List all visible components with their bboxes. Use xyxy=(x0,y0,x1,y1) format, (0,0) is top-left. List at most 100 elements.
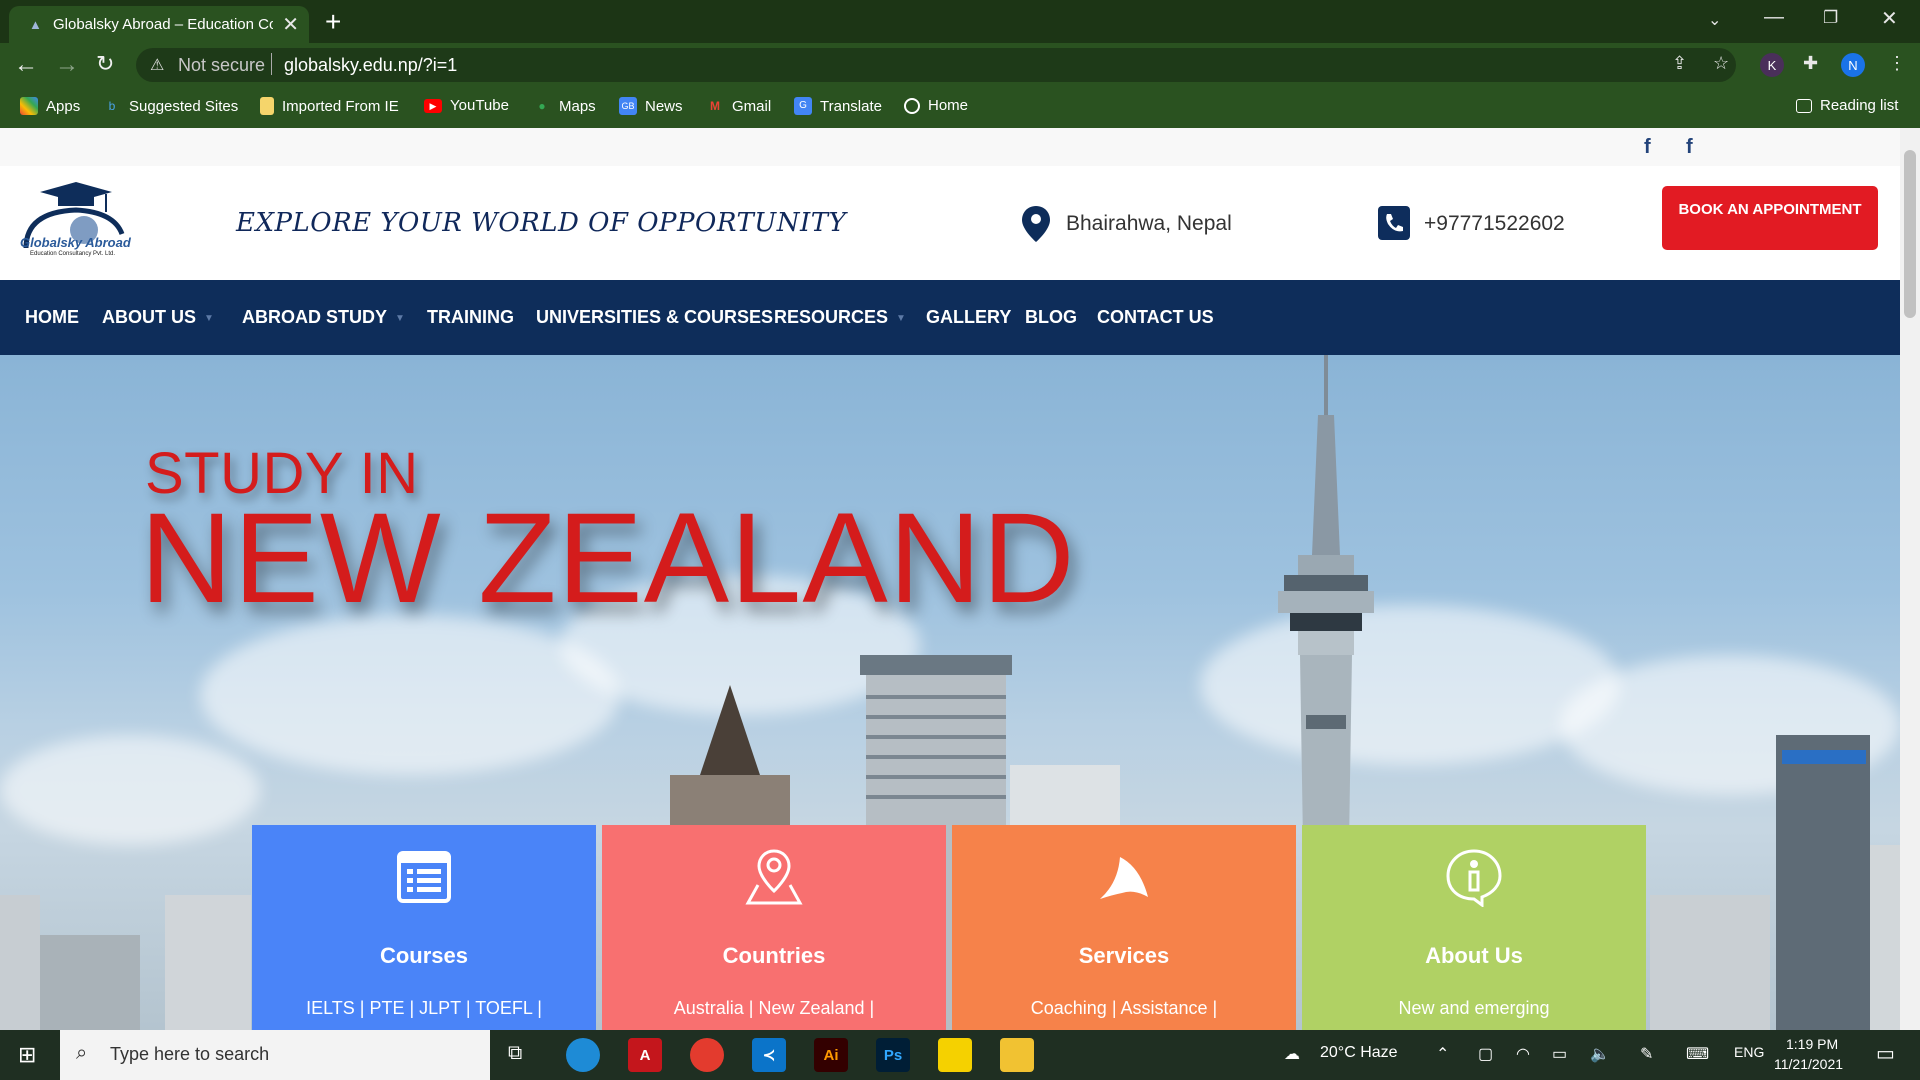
weather-icon[interactable]: ☁ xyxy=(1284,1044,1300,1064)
sail-shark-icon xyxy=(1100,857,1148,899)
web-page: f f Globalsky Abroad Education Consultan… xyxy=(0,128,1900,1030)
new-tab-button[interactable]: + xyxy=(325,6,341,38)
card-courses[interactable]: Courses IELTS | PTE | JLPT | TOEFL | xyxy=(252,825,596,1030)
minimize-button[interactable]: — xyxy=(1764,6,1784,29)
chrome-icon[interactable] xyxy=(690,1038,724,1072)
volume-icon[interactable]: 🔈 xyxy=(1590,1044,1610,1064)
bookmark-maps[interactable]: ● Maps xyxy=(533,97,595,115)
security-label[interactable]: Not secure xyxy=(178,55,265,76)
nav-universities-courses[interactable]: UNIVERSITIES & COURSES xyxy=(536,307,773,328)
nav-blog[interactable]: BLOG xyxy=(1025,307,1077,328)
restore-button[interactable]: ❐ xyxy=(1823,8,1838,28)
card-about-us[interactable]: About Us New and emerging xyxy=(1302,825,1646,1030)
nav-gallery[interactable]: GALLERY xyxy=(926,307,1011,328)
weather-text[interactable]: 20°C Haze xyxy=(1320,1044,1398,1062)
card-countries[interactable]: Countries Australia | New Zealand | xyxy=(602,825,946,1030)
wifi-icon[interactable]: ◠ xyxy=(1516,1044,1530,1064)
card-subtitle: IELTS | PTE | JLPT | TOEFL | xyxy=(306,998,542,1018)
notifications-icon[interactable]: ▭ xyxy=(1876,1041,1895,1066)
location-pin-icon xyxy=(1022,206,1050,242)
chevron-up-icon[interactable]: ⌃ xyxy=(1436,1044,1449,1064)
extensions-puzzle-icon[interactable]: ✚ xyxy=(1803,53,1818,74)
news-icon: GB xyxy=(619,97,637,115)
bookmark-apps[interactable]: Apps xyxy=(20,97,80,115)
bookmark-news[interactable]: GB News xyxy=(619,97,683,115)
bookmark-translate[interactable]: G Translate xyxy=(794,97,882,115)
windows-start-icon[interactable]: ⊞ xyxy=(18,1042,36,1068)
clock-time[interactable]: 1:19 PM xyxy=(1786,1036,1838,1052)
edge-icon[interactable] xyxy=(566,1038,600,1072)
illustrator-icon[interactable]: Ai xyxy=(814,1038,848,1072)
tab-strip: ▲ Globalsky Abroad – Education Co ✕ + ⌄ … xyxy=(0,0,1920,43)
pen-icon[interactable]: ✎ xyxy=(1640,1044,1653,1064)
bookmark-suggested-sites[interactable]: b Suggested Sites xyxy=(103,97,239,115)
folder-icon xyxy=(260,97,274,115)
page-scrollbar[interactable] xyxy=(1900,128,1920,1030)
phone-icon xyxy=(1378,206,1410,240)
acrobat-icon[interactable]: A xyxy=(628,1038,662,1072)
browser-tab[interactable]: ▲ Globalsky Abroad – Education Co ✕ xyxy=(9,6,309,43)
url-text[interactable]: globalsky.edu.np/?i=1 xyxy=(284,55,457,76)
bookmarks-bar: Apps b Suggested Sites Imported From IE … xyxy=(0,87,1920,128)
browser-chrome: ▲ Globalsky Abroad – Education Co ✕ + ⌄ … xyxy=(0,0,1920,128)
phone-number[interactable]: +97771522602 xyxy=(1424,212,1565,236)
menu-kebab-icon[interactable]: ⋮ xyxy=(1888,53,1906,74)
reload-icon[interactable]: ↻ xyxy=(96,51,114,77)
bookmark-youtube[interactable]: ▶ YouTube xyxy=(424,97,509,114)
chevron-down-icon: ▼ xyxy=(395,312,405,324)
file-explorer-icon[interactable] xyxy=(1000,1038,1034,1072)
photoshop-icon[interactable]: Ps xyxy=(876,1038,910,1072)
search-icon: ⌕ xyxy=(76,1042,88,1064)
card-services[interactable]: Services Coaching | Assistance | xyxy=(952,825,1296,1030)
search-placeholder: Type here to search xyxy=(110,1044,270,1064)
site-favicon-icon: ▲ xyxy=(29,17,42,32)
tab-search-icon[interactable]: ⌄ xyxy=(1708,10,1721,30)
card-title: About Us xyxy=(1425,943,1523,968)
nav-about-us[interactable]: ABOUT US ▼ xyxy=(102,307,214,328)
card-subtitle: New and emerging xyxy=(1398,998,1550,1018)
close-window-button[interactable]: ✕ xyxy=(1881,6,1898,31)
close-tab-icon[interactable]: ✕ xyxy=(282,12,299,37)
youtube-icon: ▶ xyxy=(424,98,442,113)
bookmark-imported-from-ie[interactable]: Imported From IE xyxy=(260,97,399,115)
nav-training[interactable]: TRAINING xyxy=(427,307,514,328)
forward-icon[interactable]: → xyxy=(55,51,79,79)
info-chat-icon xyxy=(1446,849,1502,907)
nav-abroad-study[interactable]: ABROAD STUDY ▼ xyxy=(242,307,405,328)
battery-icon[interactable]: ▭ xyxy=(1552,1044,1567,1064)
site-logo[interactable]: Globalsky Abroad Education Consultancy P… xyxy=(14,178,138,268)
clock-date[interactable]: 11/21/2021 xyxy=(1774,1056,1843,1072)
scrollbar-thumb[interactable] xyxy=(1904,150,1916,318)
nav-contact-us[interactable]: CONTACT US xyxy=(1097,307,1214,328)
maps-pin-icon: ● xyxy=(538,99,546,113)
vscode-icon[interactable]: ≺ xyxy=(752,1038,786,1072)
map-pin-icon xyxy=(745,849,803,905)
meet-now-icon[interactable]: ▢ xyxy=(1478,1044,1493,1064)
language-indicator[interactable]: ENG xyxy=(1734,1044,1764,1060)
nav-resources[interactable]: RESOURCES ▼ xyxy=(774,307,906,328)
sticky-notes-icon[interactable] xyxy=(938,1038,972,1072)
site-header: Globalsky Abroad Education Consultancy P… xyxy=(0,166,1900,280)
card-title: Services xyxy=(1078,943,1170,968)
bookmark-star-icon[interactable]: ☆ xyxy=(1713,53,1729,74)
bookmark-home[interactable]: Home xyxy=(904,97,968,114)
bookmark-gmail[interactable]: M Gmail xyxy=(706,97,771,115)
warning-icon[interactable]: ⚠ xyxy=(150,55,164,75)
hero-banner: STUDY IN NEW ZEALAND Courses IELTS | PTE… xyxy=(0,355,1900,1030)
facebook-icon[interactable]: f xyxy=(1644,136,1651,159)
keyboard-icon[interactable]: ⌨ xyxy=(1686,1044,1709,1064)
profile-avatar[interactable]: N xyxy=(1841,53,1865,77)
globe-icon xyxy=(904,97,920,114)
card-title: Courses xyxy=(379,943,469,968)
book-appointment-button[interactable]: BOOK AN APPOINTMENT xyxy=(1662,186,1878,250)
back-icon[interactable]: ← xyxy=(14,51,38,79)
taskbar-search[interactable]: ⌕ Type here to search xyxy=(60,1030,490,1080)
document-list-icon xyxy=(397,851,451,903)
facebook-icon[interactable]: f xyxy=(1686,136,1693,159)
share-icon[interactable]: ⇪ xyxy=(1672,53,1687,74)
reading-list-button[interactable]: Reading list xyxy=(1796,97,1898,114)
task-view-icon[interactable]: ⧉ xyxy=(508,1042,522,1065)
card-subtitle: Australia | New Zealand | xyxy=(673,998,875,1018)
nav-home[interactable]: HOME xyxy=(25,307,79,328)
extension-k-icon[interactable]: K xyxy=(1760,53,1784,77)
